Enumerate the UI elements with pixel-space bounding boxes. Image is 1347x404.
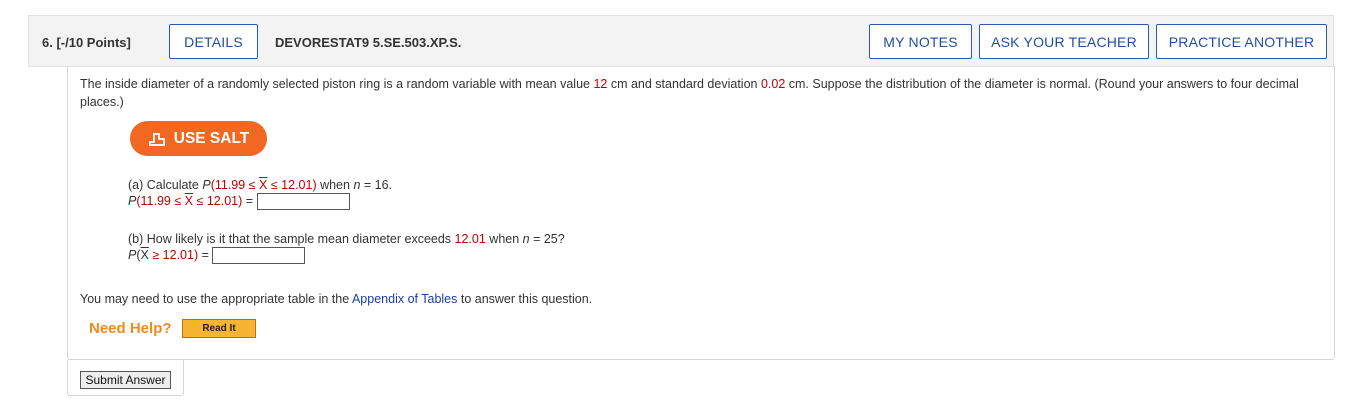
- part-b-prompt: (b) How likely is it that the sample mea…: [128, 232, 565, 246]
- use-salt-label: USE SALT: [173, 129, 250, 147]
- mean-value: 12: [593, 77, 608, 91]
- part-a-prompt: (a) Calculate P(11.99 ≤ X ≤ 12.01) when …: [128, 178, 393, 192]
- part-b-answer-row: P(X ≥ 12.01) =: [128, 247, 306, 265]
- part-b-answer-input[interactable]: [212, 247, 306, 265]
- read-it-button[interactable]: Read It: [182, 319, 256, 338]
- use-salt-button[interactable]: USE SALT: [130, 121, 267, 156]
- practice-another-button[interactable]: PRACTICE ANOTHER: [1156, 24, 1327, 59]
- part-a-answer-row: P(11.99 ≤ X ≤ 12.01) =: [128, 193, 350, 211]
- my-notes-button[interactable]: MY NOTES: [869, 24, 972, 59]
- threshold-value: 12.01: [454, 232, 486, 246]
- question-points: 6. [-/10 Points]: [42, 35, 131, 50]
- appendix-link[interactable]: Appendix of Tables: [352, 292, 457, 306]
- submit-answer-button[interactable]: Submit Answer: [80, 371, 171, 389]
- question-stem: The inside diameter of a randomly select…: [80, 77, 1299, 109]
- problem-code: DEVORESTAT9 5.SE.503.XP.S.: [275, 35, 462, 50]
- question-number: 6.: [42, 35, 53, 50]
- details-button[interactable]: DETAILS: [169, 24, 258, 59]
- salt-chart-icon: [148, 131, 166, 147]
- ask-your-teacher-button[interactable]: ASK YOUR TEACHER: [979, 24, 1149, 59]
- question-header: 6. [-/10 Points] DETAILS DEVORESTAT9 5.S…: [28, 15, 1334, 67]
- sd-value: 0.02: [760, 77, 786, 91]
- need-help-label: Need Help?: [89, 320, 172, 337]
- part-a-answer-input[interactable]: [256, 193, 350, 211]
- appendix-note: You may need to use the appropriate tabl…: [80, 292, 593, 306]
- points-label: [-/10 Points]: [56, 35, 131, 50]
- xbar-symbol: X: [184, 194, 194, 208]
- xbar-symbol: X: [140, 248, 149, 262]
